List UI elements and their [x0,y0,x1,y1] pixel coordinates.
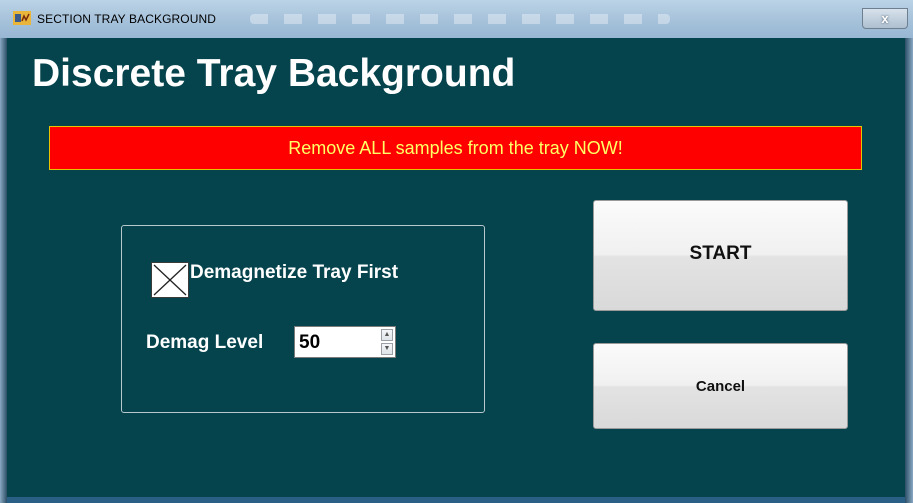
demag-level-input[interactable]: 50 ▲ ▼ [294,326,396,358]
title-bar[interactable]: SECTION TRAY BACKGROUND x [0,0,913,38]
demag-level-stepper: ▲ ▼ [381,329,393,355]
close-icon: x [881,11,889,26]
warning-text: Remove ALL samples from the tray NOW! [288,137,623,158]
window-frame-right [905,38,913,503]
cancel-button-label: Cancel [695,377,746,395]
demagnetize-checkbox[interactable] [151,262,189,298]
up-arrow-icon: ▲ [383,331,391,338]
window-title: SECTION TRAY BACKGROUND [37,12,216,26]
start-button[interactable]: START [593,200,848,311]
close-button[interactable]: x [862,8,908,29]
demagnetize-label[interactable]: Demagnetize Tray First [190,262,398,284]
x-cross-icon [153,264,187,296]
demag-level-label: Demag Level [146,332,264,353]
warning-banner: Remove ALL samples from the tray NOW! [49,126,862,170]
spin-down-button[interactable]: ▼ [381,343,393,355]
start-button-label: START [689,242,752,264]
cancel-button[interactable]: Cancel [593,343,848,429]
title-bar-blur [250,14,670,24]
page-title: Discrete Tray Background [32,52,516,95]
spin-up-button[interactable]: ▲ [381,329,393,341]
down-arrow-icon: ▼ [383,345,391,352]
demag-level-value: 50 [299,332,321,353]
app-icon [13,11,31,25]
dialog-window: SECTION TRAY BACKGROUND x Discrete Tray … [0,0,913,503]
window-frame-left [0,38,7,503]
options-group [121,225,485,413]
